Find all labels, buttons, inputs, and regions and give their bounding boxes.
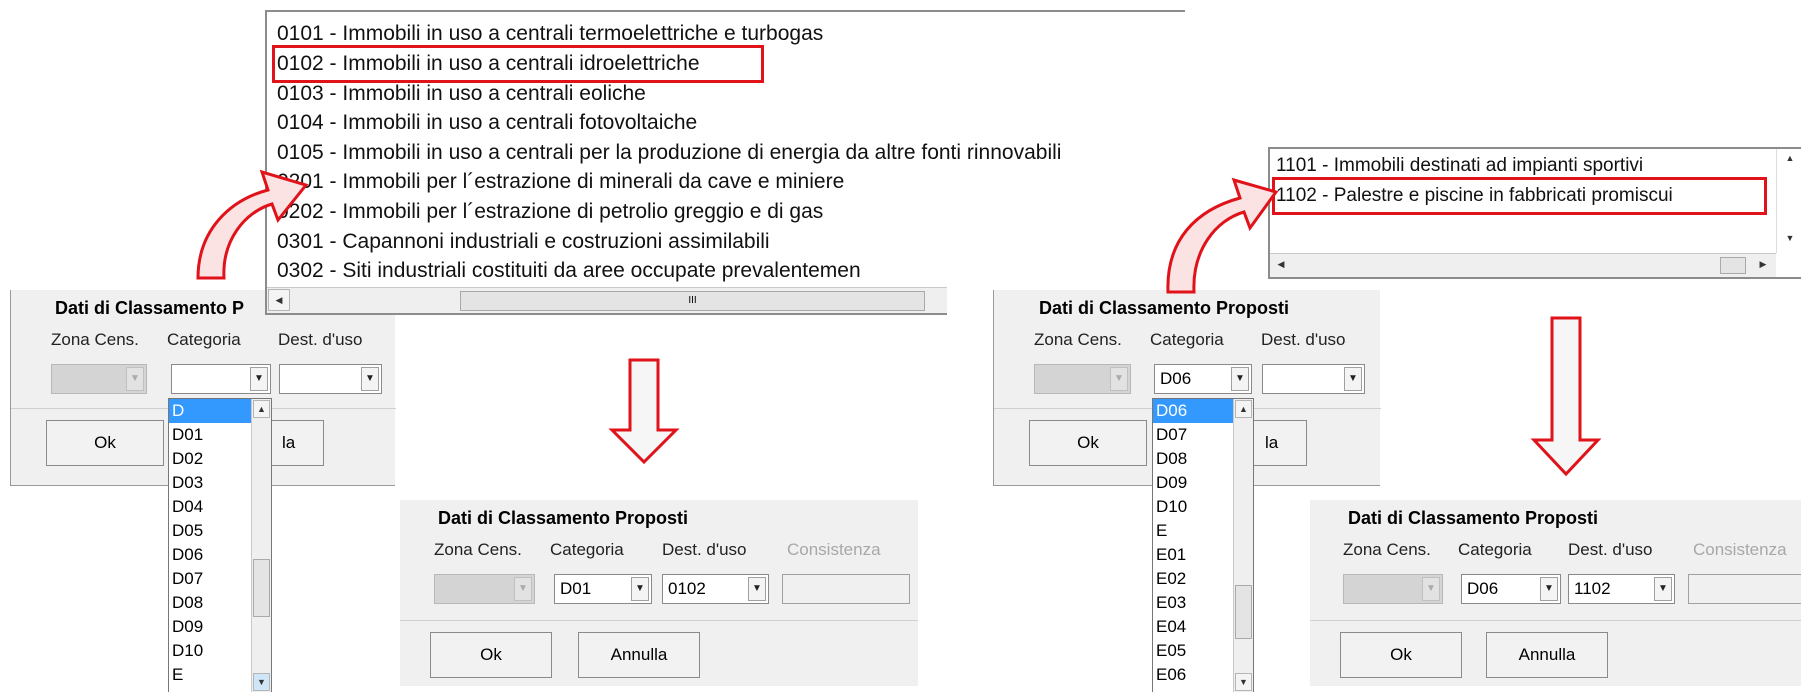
categoria-select[interactable]: ▼ bbox=[171, 364, 271, 394]
down-arrow-icon bbox=[1530, 316, 1602, 477]
dest-uso-label: Dest. d'uso bbox=[1568, 540, 1653, 559]
zona-select: ▼ bbox=[51, 364, 147, 394]
zona-label: Zona Cens. bbox=[1034, 330, 1122, 349]
scroll-up-icon[interactable]: ▲ bbox=[253, 400, 270, 418]
scroll-left-icon[interactable]: ◀ bbox=[268, 289, 290, 311]
list-item[interactable]: 0301 - Capannoni industriali e costruzio… bbox=[277, 230, 770, 254]
categoria-select[interactable]: D01 ▼ bbox=[554, 574, 652, 604]
chevron-down-icon[interactable]: ▼ bbox=[1344, 367, 1362, 391]
categoria-dropdown-list[interactable]: D06 D07 D08 D09 D10 E E01 E02 E03 E04 E0… bbox=[1152, 398, 1254, 692]
categoria-select[interactable]: D06 ▼ bbox=[1154, 364, 1252, 394]
list-item[interactable]: 0103 - Immobili in uso a centrali eolich… bbox=[277, 82, 646, 106]
scroll-left-icon[interactable]: ◀ bbox=[1272, 255, 1290, 275]
left-dialog-after: Dati di Classamento Proposti Zona Cens. … bbox=[400, 500, 918, 686]
zona-select: ▼ bbox=[1343, 574, 1443, 604]
scrollbar-thumb[interactable] bbox=[253, 559, 270, 617]
scroll-down-icon[interactable]: ▼ bbox=[1235, 673, 1252, 691]
scroll-up-icon[interactable]: ▲ bbox=[1235, 400, 1252, 418]
chevron-down-icon[interactable]: ▼ bbox=[250, 367, 268, 391]
dialog-title: Dati di Classamento Proposti bbox=[1039, 298, 1290, 318]
dest-uso-select[interactable]: ▼ bbox=[1262, 364, 1365, 394]
chevron-down-icon[interactable]: ▼ bbox=[748, 577, 766, 601]
scroll-down-icon[interactable]: ▼ bbox=[253, 673, 270, 691]
scrollbar-thumb[interactable]: III bbox=[460, 291, 925, 311]
ok-button[interactable]: Ok bbox=[1340, 632, 1462, 678]
chevron-down-icon: ▼ bbox=[514, 577, 532, 601]
ok-button[interactable]: Ok bbox=[430, 632, 552, 678]
dest-uso-select[interactable]: ▼ bbox=[279, 364, 382, 394]
consistenza-label: Consistenza bbox=[787, 540, 881, 559]
right-dialog-after: Dati di Classamento Proposti Zona Cens. … bbox=[1310, 500, 1801, 686]
consistenza-field[interactable] bbox=[1688, 574, 1801, 604]
vertical-scrollbar[interactable]: ▲ ▼ bbox=[1233, 399, 1253, 692]
dest-uso-select[interactable]: 0102 ▼ bbox=[662, 574, 769, 604]
chevron-down-icon[interactable]: ▼ bbox=[1540, 577, 1558, 601]
consistenza-label: Consistenza bbox=[1693, 540, 1787, 559]
chevron-down-icon: ▼ bbox=[1110, 367, 1128, 391]
dest-uso-select[interactable]: 1102 ▼ bbox=[1568, 574, 1675, 604]
chevron-down-icon[interactable]: ▼ bbox=[1654, 577, 1672, 601]
list-item[interactable]: 0104 - Immobili in uso a centrali fotovo… bbox=[277, 111, 697, 135]
horizontal-scrollbar[interactable]: ◀ ▶ bbox=[1270, 253, 1776, 277]
dialog-title: Dati di Classamento Proposti bbox=[438, 508, 689, 528]
consistenza-field[interactable] bbox=[782, 574, 910, 604]
vertical-scrollbar[interactable]: ▲ ▼ bbox=[251, 399, 271, 692]
dest-uso-label: Dest. d'uso bbox=[662, 540, 747, 559]
list-item[interactable]: 0101 - Immobili in uso a centrali termoe… bbox=[277, 22, 823, 46]
scrollbar-thumb[interactable] bbox=[1235, 585, 1252, 639]
separator bbox=[1310, 620, 1801, 621]
list-item[interactable]: 0302 - Siti industriali costituiti da ar… bbox=[277, 259, 861, 283]
zona-label: Zona Cens. bbox=[434, 540, 522, 559]
horizontal-scrollbar[interactable]: ◀ III bbox=[267, 287, 947, 313]
scrollbar-thumb[interactable] bbox=[1720, 257, 1746, 274]
highlight-box bbox=[272, 45, 764, 83]
categoria-label: Categoria bbox=[167, 330, 241, 349]
categoria-dropdown-list[interactable]: D D01 D02 D03 D04 D05 D06 D07 D08 D09 D1… bbox=[168, 398, 272, 692]
ok-button[interactable]: Ok bbox=[1029, 420, 1147, 466]
list-item[interactable]: 0201 - Immobili per l´estrazione di mine… bbox=[277, 170, 844, 194]
list-item[interactable]: 0202 - Immobili per l´estrazione di petr… bbox=[277, 200, 823, 224]
separator bbox=[400, 620, 918, 621]
scroll-down-icon[interactable]: ▼ bbox=[1783, 233, 1797, 249]
ok-button[interactable]: Ok bbox=[46, 420, 164, 466]
highlight-box bbox=[1272, 177, 1767, 215]
zona-label: Zona Cens. bbox=[1343, 540, 1431, 559]
zona-label: Zona Cens. bbox=[51, 330, 139, 349]
categoria-label: Categoria bbox=[550, 540, 624, 559]
categoria-label: Categoria bbox=[1458, 540, 1532, 559]
zona-select: ▼ bbox=[434, 574, 535, 604]
dest-uso-label: Dest. d'uso bbox=[278, 330, 363, 349]
chevron-down-icon: ▼ bbox=[126, 367, 144, 391]
dialog-title: Dati di Classamento Proposti bbox=[1348, 508, 1599, 528]
annulla-button[interactable]: Annulla bbox=[578, 632, 700, 678]
dialog-title: Dati di Classamento P bbox=[55, 298, 245, 318]
list-item[interactable]: 1101 - Immobili destinati ad impianti sp… bbox=[1276, 155, 1643, 177]
scroll-up-icon[interactable]: ▲ bbox=[1783, 153, 1797, 169]
list-item[interactable]: 0105 - Immobili in uso a centrali per la… bbox=[277, 141, 1061, 165]
annulla-button[interactable]: Annulla bbox=[1486, 632, 1608, 678]
vertical-scrollbar[interactable]: ▲ ▼ bbox=[1776, 149, 1801, 253]
zona-select: ▼ bbox=[1034, 364, 1131, 394]
chevron-down-icon[interactable]: ▼ bbox=[361, 367, 379, 391]
chevron-down-icon: ▼ bbox=[1422, 577, 1440, 601]
scroll-right-icon[interactable]: ▶ bbox=[1754, 255, 1772, 275]
categoria-select[interactable]: D06 ▼ bbox=[1461, 574, 1561, 604]
categoria-label: Categoria bbox=[1150, 330, 1224, 349]
chevron-down-icon[interactable]: ▼ bbox=[1231, 367, 1249, 391]
chevron-down-icon[interactable]: ▼ bbox=[631, 577, 649, 601]
dest-uso-label: Dest. d'uso bbox=[1261, 330, 1346, 349]
